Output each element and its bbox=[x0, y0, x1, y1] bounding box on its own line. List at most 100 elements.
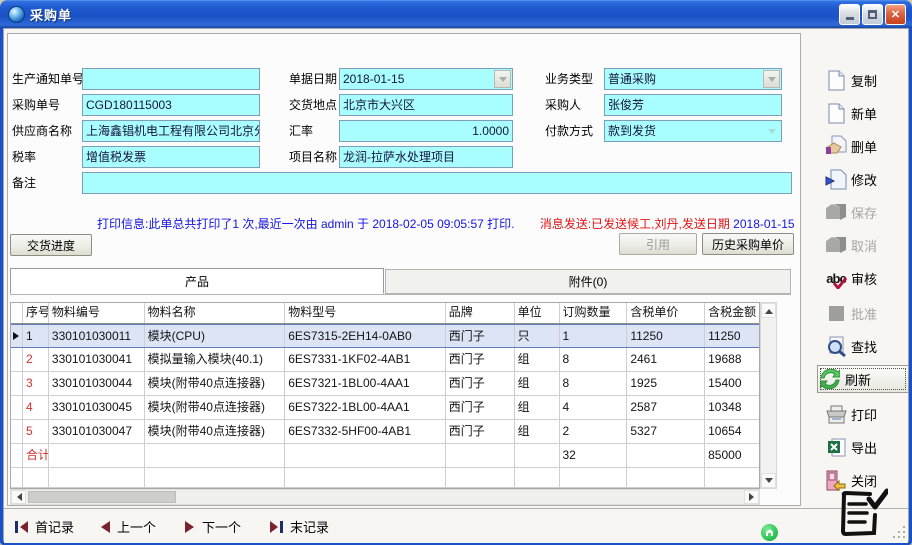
row-marker-cell[interactable] bbox=[11, 420, 23, 443]
titlebar[interactable]: 采购单 ✕ bbox=[0, 0, 912, 28]
payment-method-field[interactable]: 款到发货 bbox=[604, 120, 782, 142]
delete-order-button[interactable]: 删单 bbox=[824, 133, 912, 159]
delivery-progress-button[interactable]: 交货进度 bbox=[10, 234, 92, 256]
table-cell[interactable]: 组 bbox=[515, 348, 560, 371]
table-row[interactable]: 3330101030044模块(附带40点连接器)6ES7321-1BL00-4… bbox=[11, 372, 759, 396]
table-cell[interactable]: 模块(附带40点连接器) bbox=[145, 396, 286, 419]
table-cell[interactable]: 2587 bbox=[627, 396, 705, 419]
scroll-up-icon[interactable] bbox=[761, 303, 776, 318]
maximize-button[interactable] bbox=[862, 4, 883, 25]
po-number-field[interactable]: CGD180115003 bbox=[82, 94, 260, 116]
table-cell[interactable]: 10348 bbox=[705, 396, 759, 419]
table-cell[interactable]: 模块(附带40点连接器) bbox=[145, 420, 286, 443]
payment-method-dropdown-icon[interactable] bbox=[763, 122, 780, 140]
delivery-place-field[interactable]: 北京市大兴区 bbox=[339, 94, 513, 116]
table-cell[interactable]: 组 bbox=[515, 420, 560, 443]
table-cell[interactable]: 6ES7321-1BL00-4AA1 bbox=[285, 372, 446, 395]
scroll-down-icon[interactable] bbox=[761, 473, 776, 488]
business-type-dropdown-icon[interactable] bbox=[763, 70, 780, 88]
payment-method-value: 款到发货 bbox=[608, 124, 656, 138]
table-cell[interactable]: 330101030041 bbox=[49, 348, 145, 371]
project-name-field[interactable]: 龙润-拉萨水处理项目 bbox=[339, 146, 513, 168]
copy-button[interactable]: 复制 bbox=[824, 67, 912, 93]
table-row[interactable]: 2330101030041模拟量输入模块(40.1)6ES7331-1KF02-… bbox=[11, 348, 759, 372]
table-cell[interactable]: 11250 bbox=[627, 325, 705, 347]
minimize-button[interactable] bbox=[839, 4, 860, 25]
table-cell[interactable]: 组 bbox=[515, 372, 560, 395]
audit-button[interactable]: abc 审核 bbox=[824, 265, 912, 291]
row-number-cell[interactable]: 4 bbox=[23, 396, 49, 419]
remarks-field[interactable] bbox=[82, 172, 792, 194]
table-cell[interactable]: 1925 bbox=[627, 372, 705, 395]
table-cell[interactable]: 模拟量输入模块(40.1) bbox=[145, 348, 286, 371]
table-cell[interactable]: 2461 bbox=[627, 348, 705, 371]
refresh-button[interactable]: 刷新 bbox=[817, 365, 909, 393]
table-cell[interactable]: 模块(附带40点连接器) bbox=[145, 372, 286, 395]
table-row[interactable]: 5330101030047模块(附带40点连接器)6ES7332-5HF00-4… bbox=[11, 420, 759, 444]
export-button[interactable]: 导出 bbox=[824, 434, 912, 460]
table-cell[interactable]: 8 bbox=[560, 372, 628, 395]
table-cell[interactable]: 330101030047 bbox=[49, 420, 145, 443]
nav-first-button[interactable]: 首记录 bbox=[14, 517, 74, 536]
doc-date-dropdown-icon[interactable] bbox=[494, 70, 511, 88]
history-price-button[interactable]: 历史采购单价 bbox=[702, 233, 794, 255]
table-cell[interactable]: 19688 bbox=[705, 348, 759, 371]
table-cell[interactable]: 西门子 bbox=[446, 348, 515, 371]
find-button[interactable]: 查找 bbox=[824, 333, 912, 359]
grid-vertical-scrollbar[interactable] bbox=[760, 302, 777, 489]
close-button[interactable]: ✕ bbox=[885, 4, 906, 25]
table-row[interactable]: 4330101030045模块(附带40点连接器)6ES7322-1BL00-4… bbox=[11, 396, 759, 420]
table-cell[interactable]: 330101030011 bbox=[49, 325, 145, 347]
table-cell[interactable]: 2 bbox=[560, 420, 628, 443]
table-cell[interactable]: 6ES7322-1BL00-4AA1 bbox=[285, 396, 446, 419]
table-cell[interactable]: 6ES7332-5HF00-4AB1 bbox=[285, 420, 446, 443]
scroll-left-icon[interactable] bbox=[11, 490, 26, 504]
scroll-right-icon[interactable] bbox=[744, 490, 759, 504]
grid-horizontal-scrollbar[interactable] bbox=[10, 489, 760, 505]
tab-attachments[interactable]: 附件(0) bbox=[385, 269, 791, 294]
tax-rate-field[interactable]: 增值税发票 bbox=[82, 146, 260, 168]
table-cell[interactable]: 模块(CPU) bbox=[145, 325, 286, 347]
table-cell[interactable]: 5327 bbox=[627, 420, 705, 443]
table-cell[interactable]: 11250 bbox=[705, 325, 759, 347]
modify-button[interactable]: 修改 bbox=[824, 166, 912, 192]
table-row[interactable]: 1330101030011模块(CPU)6ES7315-2EH14-0AB0西门… bbox=[11, 324, 759, 348]
tab-products[interactable]: 产品 bbox=[10, 268, 384, 294]
table-cell[interactable]: 6ES7331-1KF02-4AB1 bbox=[285, 348, 446, 371]
row-number-cell[interactable]: 2 bbox=[23, 348, 49, 371]
supplier-field[interactable]: 上海鑫锠机电工程有限公司北京分 bbox=[82, 120, 260, 142]
business-type-field[interactable]: 普通采购 bbox=[604, 68, 782, 90]
row-marker-cell[interactable] bbox=[11, 396, 23, 419]
table-cell[interactable]: 8 bbox=[560, 348, 628, 371]
nav-last-button[interactable]: 末记录 bbox=[269, 517, 329, 536]
row-number-cell[interactable]: 5 bbox=[23, 420, 49, 443]
table-cell[interactable]: 10654 bbox=[705, 420, 759, 443]
table-cell[interactable]: 15400 bbox=[705, 372, 759, 395]
table-cell[interactable]: 西门子 bbox=[446, 420, 515, 443]
table-cell[interactable]: 1 bbox=[560, 325, 628, 347]
nav-next-button[interactable]: 下一个 bbox=[184, 517, 241, 536]
table-cell[interactable]: 330101030045 bbox=[49, 396, 145, 419]
nav-previous-button[interactable]: 上一个 bbox=[99, 517, 156, 536]
row-number-cell[interactable]: 1 bbox=[23, 325, 49, 347]
table-cell[interactable]: 西门子 bbox=[446, 325, 515, 347]
production-notice-field[interactable] bbox=[82, 68, 260, 90]
exchange-rate-field[interactable]: 1.0000 bbox=[339, 120, 513, 142]
table-cell[interactable]: 6ES7315-2EH14-0AB0 bbox=[285, 325, 446, 347]
row-marker-cell[interactable] bbox=[11, 325, 23, 347]
table-cell[interactable]: 330101030044 bbox=[49, 372, 145, 395]
doc-date-field[interactable]: 2018-01-15 bbox=[339, 68, 513, 90]
table-cell[interactable]: 4 bbox=[560, 396, 628, 419]
row-marker-cell[interactable] bbox=[11, 372, 23, 395]
table-cell[interactable]: 西门子 bbox=[446, 396, 515, 419]
print-button[interactable]: 打印 bbox=[824, 401, 912, 427]
row-number-cell[interactable]: 3 bbox=[23, 372, 49, 395]
table-cell[interactable]: 西门子 bbox=[446, 372, 515, 395]
new-order-button[interactable]: 新单 bbox=[824, 100, 912, 126]
table-cell[interactable]: 只 bbox=[515, 325, 560, 347]
row-marker-cell[interactable] bbox=[11, 348, 23, 371]
resize-grip[interactable] bbox=[892, 525, 905, 538]
table-cell[interactable]: 组 bbox=[515, 396, 560, 419]
purchaser-field[interactable]: 张俊芳 bbox=[604, 94, 782, 116]
hscroll-thumb[interactable] bbox=[28, 491, 176, 503]
